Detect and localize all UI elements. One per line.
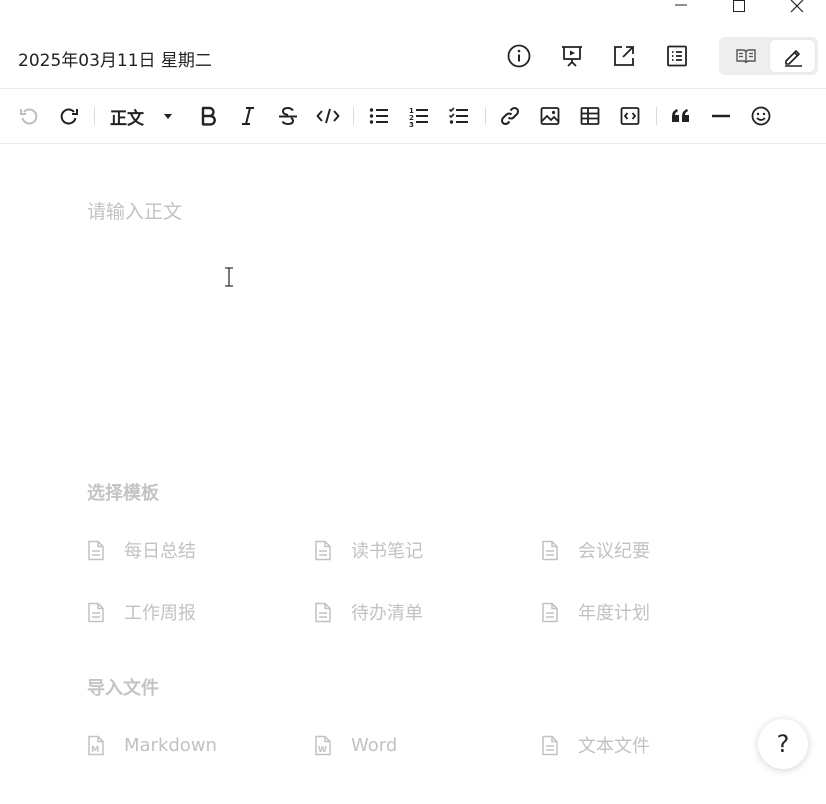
template-item[interactable]: 每日总结 (87, 537, 196, 563)
numbered-list-icon: 123 (409, 107, 428, 127)
bullet-list-icon (369, 108, 388, 124)
format-toolbar: 正文 123 (0, 89, 826, 143)
presentation-button[interactable] (559, 43, 585, 69)
table-icon (580, 107, 600, 125)
code-block-button[interactable] (616, 102, 644, 130)
document-icon (315, 602, 331, 622)
presentation-icon (562, 46, 582, 67)
templates-section-title: 选择模板 (87, 483, 159, 504)
divider-icon (712, 114, 730, 118)
markdown-file-icon: M (88, 735, 104, 755)
strikethrough-icon (279, 106, 297, 126)
note-date-title: 2025年03月11日 星期二 (18, 51, 212, 71)
table-button[interactable] (576, 102, 604, 130)
emoji-button[interactable] (747, 102, 775, 130)
import-label: Word (351, 734, 398, 756)
close-button[interactable] (768, 0, 826, 14)
checklist-icon (448, 107, 468, 124)
italic-button[interactable] (234, 102, 262, 130)
book-icon (735, 49, 756, 64)
inline-code-button[interactable] (314, 102, 342, 130)
import-label: 文本文件 (578, 736, 650, 757)
word-file-icon: W (315, 735, 331, 755)
link-icon (500, 106, 520, 126)
code-icon (316, 108, 340, 124)
window-controls (652, 0, 826, 14)
info-icon (507, 44, 531, 68)
template-item[interactable]: 年度计划 (541, 599, 650, 625)
toolbar-divider (0, 143, 826, 144)
template-item[interactable]: 读书笔记 (314, 537, 423, 563)
bullet-list-button[interactable] (365, 102, 393, 130)
quote-button[interactable] (667, 102, 695, 130)
maximize-button[interactable] (710, 0, 768, 14)
minimize-button[interactable] (652, 0, 710, 14)
document-icon (88, 602, 104, 622)
checklist-button[interactable] (445, 102, 473, 130)
link-button[interactable] (496, 102, 524, 130)
document-icon (315, 540, 331, 560)
paragraph-style-label: 正文 (110, 108, 144, 129)
toolbar-separator (485, 107, 486, 125)
numbered-list-button[interactable]: 123 (405, 102, 433, 130)
view-mode-switch (719, 37, 818, 75)
share-button[interactable] (611, 43, 637, 69)
svg-text:M: M (91, 745, 99, 754)
template-label: 工作周报 (124, 603, 196, 624)
horizontal-rule-button[interactable] (707, 102, 735, 130)
redo-icon (60, 108, 78, 125)
document-icon (542, 540, 558, 560)
import-text-item[interactable]: 文本文件 (541, 732, 650, 758)
bold-button[interactable] (194, 102, 222, 130)
import-section-title: 导入文件 (87, 678, 159, 699)
undo-button[interactable] (15, 102, 43, 130)
document-icon (542, 602, 558, 622)
template-label: 每日总结 (124, 541, 196, 562)
template-item[interactable]: 工作周报 (87, 599, 196, 625)
paragraph-style-select[interactable]: 正文 (108, 102, 180, 130)
edit-mode-button[interactable] (770, 40, 815, 72)
emoji-icon (751, 106, 771, 126)
code-block-icon (620, 107, 640, 125)
template-label: 待办清单 (351, 603, 423, 624)
maximize-icon (733, 0, 745, 12)
template-item[interactable]: 会议纪要 (541, 537, 650, 563)
help-button[interactable]: ? (758, 719, 808, 769)
text-cursor-icon (225, 267, 233, 287)
redo-button[interactable] (55, 102, 83, 130)
quote-icon (672, 109, 689, 122)
template-label: 读书笔记 (351, 541, 423, 562)
pencil-icon (784, 50, 802, 67)
strikethrough-button[interactable] (274, 102, 302, 130)
share-icon (614, 46, 634, 66)
undo-icon (20, 108, 38, 125)
image-icon (540, 107, 560, 125)
header: 2025年03月11日 星期二 (0, 34, 826, 78)
toolbar-separator (94, 107, 95, 125)
toolbar-separator (656, 107, 657, 125)
chevron-down-icon (164, 114, 172, 119)
document-icon (88, 540, 104, 560)
read-mode-button[interactable] (723, 40, 768, 72)
outline-icon (667, 45, 687, 67)
import-word-item[interactable]: W Word (314, 732, 397, 758)
bold-icon (201, 106, 216, 126)
minimize-icon (675, 4, 687, 6)
template-label: 年度计划 (578, 603, 650, 624)
outline-button[interactable] (664, 43, 690, 69)
import-label: Markdown (124, 734, 217, 756)
info-button[interactable] (506, 43, 532, 69)
text-file-icon (542, 735, 558, 755)
import-markdown-item[interactable]: M Markdown (87, 732, 217, 758)
template-item[interactable]: 待办清单 (314, 599, 423, 625)
image-button[interactable] (536, 102, 564, 130)
template-label: 会议纪要 (578, 541, 650, 562)
close-icon (790, 0, 804, 13)
editor-placeholder[interactable]: 请输入正文 (87, 197, 182, 224)
italic-icon (242, 107, 254, 125)
svg-text:W: W (318, 745, 327, 754)
toolbar-separator (353, 107, 354, 125)
svg-text:3: 3 (409, 121, 414, 127)
